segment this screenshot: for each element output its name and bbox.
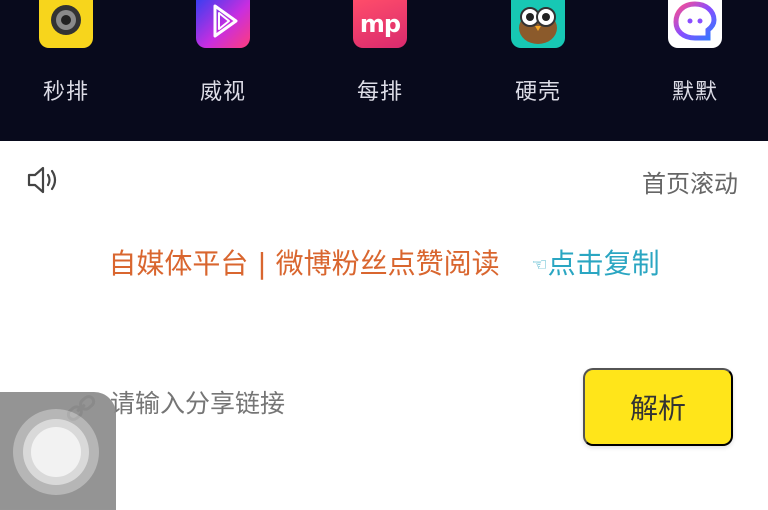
app-yingke[interactable]: 硬壳 [488,0,588,106]
assistive-ring-inner [31,427,81,477]
announcement-text: 首页滚动 [642,170,738,198]
app-momo[interactable]: 默默 [645,0,745,106]
app-label: 每排 [356,80,403,105]
app-meipai[interactable]: mp 每排 [330,0,430,106]
mp-glyph: mp [359,10,401,38]
app-label: 威视 [199,80,246,105]
app-weishi[interactable]: 威视 [173,0,273,106]
camera-icon [39,0,93,48]
pointing-hand-icon: ☜ [531,254,548,276]
parse-button[interactable]: 解析 [583,368,733,446]
app-miaopai[interactable]: 秒排 [16,0,116,106]
app-label: 硬壳 [514,80,561,105]
mp-icon: mp [353,0,407,48]
play-icon [196,0,250,48]
copy-link[interactable]: ☜点击复制 [531,247,659,280]
assistive-touch-button[interactable] [0,392,116,510]
app-shortcut-bar: 秒排 威视 mp 每排 硬壳 默默 [0,0,768,141]
chat-face-icon [668,0,722,48]
share-link-input[interactable] [108,388,552,419]
promo-banner[interactable]: 自媒体平台 | 微博粉丝点赞阅读 ☜点击复制 [0,242,768,282]
promo-text: 自媒体平台 | 微博粉丝点赞阅读 [108,247,500,280]
app-label: 秒排 [42,80,89,105]
speaker-icon [26,163,62,197]
owl-icon [511,0,565,48]
copy-label: 点击复制 [547,247,660,280]
app-label: 默默 [671,80,718,105]
